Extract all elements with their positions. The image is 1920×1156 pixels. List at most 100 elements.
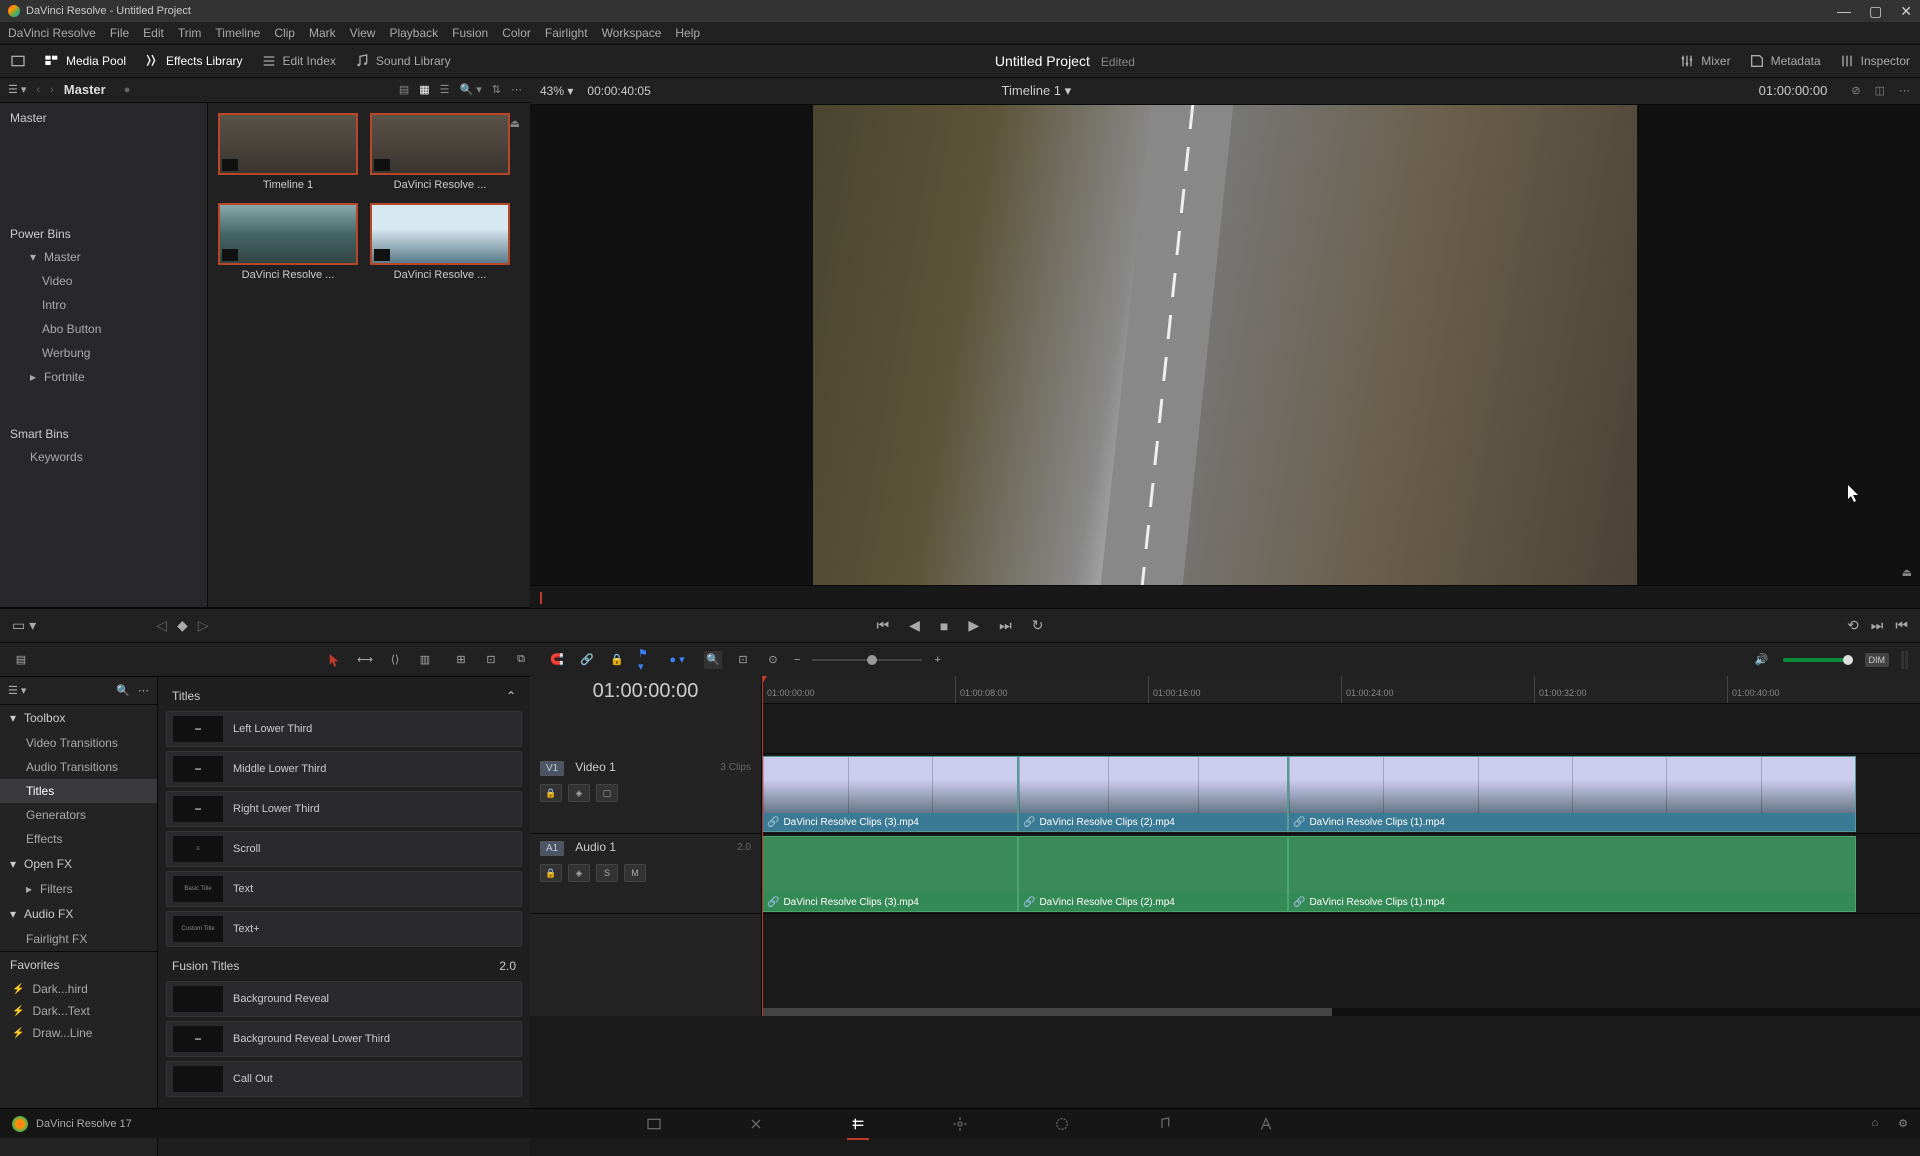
stop-button[interactable]: ■ bbox=[940, 618, 948, 634]
menu-item[interactable]: Timeline bbox=[215, 26, 260, 40]
video-clip[interactable]: 🔗DaVinci Resolve Clips (3).mp4 bbox=[762, 756, 1018, 832]
title-preset[interactable]: Background Reveal bbox=[166, 981, 522, 1017]
nav-fwd-button[interactable]: › bbox=[50, 84, 54, 96]
smart-bins-header[interactable]: Smart Bins bbox=[0, 419, 207, 445]
dim-button[interactable]: DIM bbox=[1865, 653, 1890, 667]
disable-track-button[interactable]: ▢ bbox=[596, 784, 618, 802]
flag-dropdown[interactable]: ⚑ ▾ bbox=[638, 651, 656, 669]
audio-track[interactable]: 🔗DaVinci Resolve Clips (3).mp4 🔗DaVinci … bbox=[762, 834, 1920, 914]
match-frame-button[interactable]: ⏏ bbox=[1902, 566, 1912, 579]
snap-button[interactable]: 🧲 bbox=[548, 651, 566, 669]
metadata-toggle[interactable]: Metadata bbox=[1749, 53, 1821, 69]
clip-item[interactable]: DaVinci Resolve ... bbox=[218, 203, 358, 281]
media-page-button[interactable] bbox=[643, 1114, 665, 1134]
media-pool-toggle[interactable]: Media Pool bbox=[44, 53, 126, 69]
next-edit-button[interactable]: ▷ bbox=[198, 617, 209, 634]
bin-item[interactable]: Keywords bbox=[0, 445, 207, 469]
a1-badge[interactable]: A1 bbox=[540, 841, 564, 856]
close-button[interactable]: ✕ bbox=[1900, 3, 1912, 20]
bin-item[interactable]: Video bbox=[0, 269, 207, 293]
color-page-button[interactable] bbox=[1051, 1114, 1073, 1134]
selection-tool[interactable] bbox=[326, 651, 344, 669]
timeline-view-button[interactable]: ▤ bbox=[12, 651, 30, 669]
power-bins-header[interactable]: Power Bins bbox=[0, 219, 207, 245]
collapse-icon[interactable]: ⌃ bbox=[506, 689, 516, 703]
fx-category-titles[interactable]: Titles bbox=[0, 779, 157, 803]
inspector-toggle[interactable]: Inspector bbox=[1839, 53, 1910, 69]
favorite-item[interactable]: Dark...Text bbox=[0, 1000, 157, 1022]
favorite-item[interactable]: Draw...Line bbox=[0, 1022, 157, 1044]
clip-item-timeline[interactable]: Timeline 1 bbox=[218, 113, 358, 191]
fx-category[interactable]: Audio Transitions bbox=[0, 755, 157, 779]
lock-track-button[interactable]: 🔒 bbox=[540, 864, 562, 882]
menu-item[interactable]: View bbox=[350, 26, 376, 40]
video-clip[interactable]: 🔗DaVinci Resolve Clips (1).mp4 bbox=[1288, 756, 1856, 832]
menu-item[interactable]: Fairlight bbox=[545, 26, 588, 40]
playhead[interactable] bbox=[762, 676, 763, 1016]
menu-item[interactable]: Trim bbox=[178, 26, 202, 40]
last-frame-button[interactable]: ⏭ bbox=[999, 617, 1012, 634]
fusion-page-button[interactable] bbox=[949, 1114, 971, 1134]
volume-slider[interactable] bbox=[1783, 658, 1853, 662]
timeline-name-dropdown[interactable]: Timeline 1 ▾ bbox=[1002, 83, 1072, 99]
detail-zoom-button[interactable]: ⊡ bbox=[734, 651, 752, 669]
loop-button[interactable]: ↻ bbox=[1032, 617, 1044, 634]
home-button[interactable]: ⌂ bbox=[1871, 1117, 1878, 1130]
search-button[interactable]: 🔍 ▾ bbox=[460, 83, 482, 96]
fx-category[interactable]: Effects bbox=[0, 827, 157, 851]
timeline-tracks[interactable]: 01:00:00:00 01:00:08:00 01:00:16:00 01:0… bbox=[762, 676, 1920, 1016]
maximize-button[interactable]: ▢ bbox=[1869, 3, 1882, 20]
audio-clip[interactable]: 🔗DaVinci Resolve Clips (2).mp4 bbox=[1018, 836, 1288, 912]
v1-badge[interactable]: V1 bbox=[540, 761, 564, 776]
view-thumb-button[interactable]: ▦ bbox=[419, 83, 429, 96]
auto-select-button[interactable]: ◈ bbox=[568, 784, 590, 802]
title-preset[interactable]: Call Out bbox=[166, 1061, 522, 1097]
options-button[interactable]: ⋯ bbox=[511, 83, 522, 96]
video-track-header[interactable]: V1 Video 1 🔒 ◈ ▢ 3 Clips bbox=[530, 754, 761, 834]
fx-category[interactable]: Fairlight FX bbox=[0, 927, 157, 951]
timeline-ruler[interactable]: 01:00:00:00 01:00:08:00 01:00:16:00 01:0… bbox=[762, 676, 1920, 704]
title-preset[interactable]: Basic TitleText bbox=[166, 871, 522, 907]
bypass-fx-button[interactable]: ⊘ bbox=[1851, 84, 1860, 97]
menu-item[interactable]: Color bbox=[502, 26, 531, 40]
first-frame-button[interactable]: ⏮ bbox=[877, 617, 890, 634]
cut-page-button[interactable] bbox=[745, 1114, 767, 1134]
fx-category[interactable]: Video Transitions bbox=[0, 731, 157, 755]
menu-item[interactable]: Fusion bbox=[452, 26, 488, 40]
edit-page-button[interactable] bbox=[847, 1114, 869, 1134]
viewer-scrubber[interactable]: ⏏ bbox=[530, 585, 1920, 608]
minimize-button[interactable]: — bbox=[1837, 3, 1851, 20]
viewer-options-button[interactable]: ⋯ bbox=[1899, 84, 1910, 97]
dynamic-trim-tool[interactable]: ⟨⟩ bbox=[386, 651, 404, 669]
eject-icon[interactable]: ⏏ bbox=[510, 117, 520, 130]
mixer-toggle[interactable]: Mixer bbox=[1679, 53, 1730, 69]
bin-item[interactable]: ▸Fortnite bbox=[0, 365, 207, 389]
overwrite-clip-button[interactable]: ⊡ bbox=[482, 651, 500, 669]
audiofx-header[interactable]: ▾Audio FX bbox=[0, 901, 157, 927]
favorite-item[interactable]: Dark...hird bbox=[0, 978, 157, 1000]
mute-button[interactable]: M bbox=[624, 864, 646, 882]
title-preset[interactable]: ▬Right Lower Third bbox=[166, 791, 522, 827]
step-back-button[interactable]: ◀ bbox=[909, 617, 920, 634]
project-settings-button[interactable]: ⚙ bbox=[1898, 1117, 1908, 1130]
blade-tool[interactable]: ▥ bbox=[416, 651, 434, 669]
clip-item[interactable]: DaVinci Resolve ... bbox=[370, 113, 510, 191]
full-zoom-button[interactable]: ⊙ bbox=[764, 651, 782, 669]
insert-clip-button[interactable]: ⊞ bbox=[452, 651, 470, 669]
replace-clip-button[interactable]: ⧉ bbox=[512, 651, 530, 669]
video-clip[interactable]: 🔗DaVinci Resolve Clips (2).mp4 bbox=[1018, 756, 1288, 832]
menu-item[interactable]: Mark bbox=[309, 26, 336, 40]
video-track[interactable]: 🔗DaVinci Resolve Clips (3).mp4 🔗DaVinci … bbox=[762, 754, 1920, 834]
title-preset[interactable]: ▬Middle Lower Third bbox=[166, 751, 522, 787]
audio-clip[interactable]: 🔗DaVinci Resolve Clips (3).mp4 bbox=[762, 836, 1018, 912]
viewer-canvas[interactable] bbox=[530, 105, 1920, 585]
deliver-page-button[interactable] bbox=[1255, 1114, 1277, 1134]
nav-back-button[interactable]: ‹ bbox=[36, 84, 40, 96]
go-end-button[interactable]: ⏭ bbox=[1871, 617, 1884, 634]
fx-search-button[interactable]: 🔍 bbox=[116, 684, 130, 697]
marker-dropdown[interactable]: ● ▾ bbox=[668, 651, 686, 669]
zoom-dropdown[interactable]: 43% ▾ bbox=[540, 84, 573, 98]
menu-item[interactable]: Playback bbox=[389, 26, 438, 40]
auto-select-button[interactable]: ◈ bbox=[568, 864, 590, 882]
audio-track-header[interactable]: A1 Audio 1 2.0 🔒 ◈ S M bbox=[530, 834, 761, 914]
